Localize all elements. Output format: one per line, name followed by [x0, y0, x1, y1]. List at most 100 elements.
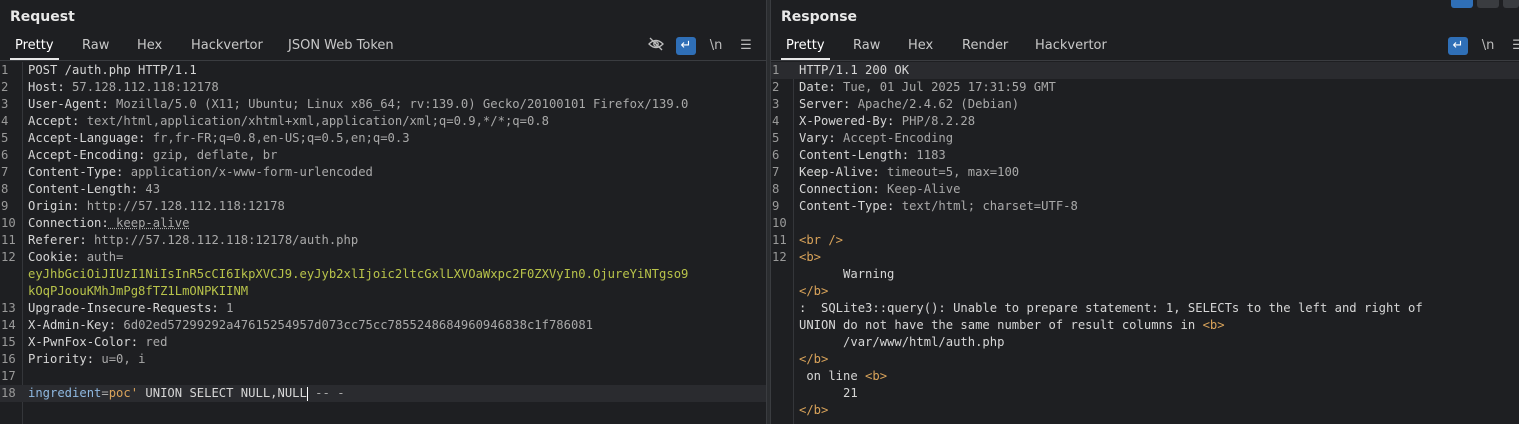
code-line[interactable]: 6 Content-Length: 1183	[771, 147, 1519, 164]
line-number: 12	[772, 250, 787, 264]
menu-icon[interactable]: ☰	[1508, 37, 1519, 55]
code-line[interactable]: 14 X-Admin-Key: 6d02ed57299292a4761525495…	[0, 317, 766, 334]
header-value: Apache/2.4.62 (Debian)	[850, 97, 1020, 111]
wrap-lines-icon[interactable]: ↵	[676, 37, 696, 55]
code-line[interactable]: 9 Origin: http://57.128.112.118:12178	[0, 198, 766, 215]
code-line[interactable]: 1 HTTP/1.1 200 OK	[771, 62, 1519, 79]
code-line[interactable]: 8 Connection: Keep-Alive	[771, 181, 1519, 198]
line-content: Priority: u=0, i	[28, 351, 145, 368]
code-line[interactable]: 11 <br />	[771, 232, 1519, 249]
tab-pretty[interactable]: Pretty	[10, 36, 59, 60]
tab-hex[interactable]: Hex	[132, 36, 167, 58]
code-line[interactable]: 10	[771, 215, 1519, 232]
line-number: 6	[1, 148, 9, 162]
newline-toggle-icon[interactable]: \n	[1478, 37, 1498, 55]
code-line[interactable]: 3 User-Agent: Mozilla/5.0 (X11; Ubuntu; L…	[0, 96, 766, 113]
line-number: 13	[1, 301, 16, 315]
code-line[interactable]: 5 Accept-Language: fr,fr-FR;q=0.8,en-US;q…	[0, 130, 766, 147]
line-number: 11	[1, 233, 16, 247]
header-name: Vary:	[799, 131, 836, 145]
tab-hex[interactable]: Hex	[903, 36, 938, 58]
code-line[interactable]: 18 ingredient=poc' UNION SELECT NULL,NULL…	[0, 385, 766, 402]
header-name: /var/www/html/auth.php	[799, 335, 1005, 349]
wrap-lines-icon[interactable]: ↵	[1448, 37, 1468, 55]
code-line[interactable]: </b>	[771, 402, 1519, 419]
header-value: keep-alive	[108, 216, 190, 230]
line-content: POST /auth.php HTTP/1.1	[28, 62, 197, 79]
code-line[interactable]: /var/www/html/auth.php	[771, 334, 1519, 351]
code-line[interactable]: 8 Content-Length: 43	[0, 181, 766, 198]
header-value: 6d02ed57299292a47615254957d073cc75cc7855…	[116, 318, 593, 332]
code-line[interactable]: 4 Accept: text/html,application/xhtml+xml…	[0, 113, 766, 130]
code-line[interactable]: kOqPJoouKMhJmPg8fTZ1LmONPKIINM	[0, 283, 766, 300]
code-line[interactable]: 15 X-PwnFox-Color: red	[0, 334, 766, 351]
hide-eye-icon[interactable]	[646, 37, 666, 55]
line-content: <b>	[799, 249, 821, 266]
response-editor[interactable]: 1 HTTP/1.1 200 OK 2 Date: Tue, 01 Jul 2025 …	[771, 62, 1519, 424]
code-line[interactable]: </b>	[771, 351, 1519, 368]
code-line[interactable]: 13 Upgrade-Insecure-Requests: 1	[0, 300, 766, 317]
code-line[interactable]: 1 POST /auth.php HTTP/1.1	[0, 62, 766, 79]
header-value: fr,fr-FR;q=0.8,en-US;q=0.5,en;q=0.3	[145, 131, 410, 145]
code-line[interactable]: 12 Cookie: auth=	[0, 249, 766, 266]
header-name: HTTP/1.1 200 OK	[799, 63, 910, 77]
code-line[interactable]: 5 Vary: Accept-Encoding	[771, 130, 1519, 147]
line-number: 8	[772, 182, 780, 196]
code-line[interactable]: 4 X-Powered-By: PHP/8.2.28	[771, 113, 1519, 130]
code-line[interactable]: : SQLite3::query(): Unable to prepare st…	[771, 300, 1519, 317]
tab-render[interactable]: Render	[957, 36, 1013, 58]
html-tag: <br />	[799, 233, 844, 247]
code-line[interactable]: 12 <b>	[771, 249, 1519, 266]
menu-icon[interactable]: ☰	[736, 37, 756, 55]
response-title: Response	[781, 9, 858, 25]
code-line[interactable]: 11 Referer: http://57.128.112.118:12178/a…	[0, 232, 766, 249]
line-content: Connection: Keep-Alive	[799, 181, 960, 198]
code-line[interactable]: 9 Content-Type: text/html; charset=UTF-8	[771, 198, 1519, 215]
layout-rows-icon[interactable]	[1477, 0, 1499, 8]
header-name: X-PwnFox-Color:	[28, 335, 139, 349]
tab-json-web-token[interactable]: JSON Web Token	[283, 36, 399, 58]
code-line[interactable]: 2 Host: 57.128.112.118:12178	[0, 79, 766, 96]
code-line[interactable]: UNION do not have the same number of res…	[771, 317, 1519, 334]
code-line[interactable]: </b>	[771, 283, 1519, 300]
param-tail: -- -	[307, 386, 345, 400]
tab-raw[interactable]: Raw	[848, 36, 885, 58]
header-name: Host:	[28, 80, 65, 94]
line-content: /var/www/html/auth.php	[799, 334, 1004, 351]
line-content: Host: 57.128.112.118:12178	[28, 79, 219, 96]
line-content: Referer: http://57.128.112.118:12178/aut…	[28, 232, 358, 249]
header-value: auth=	[79, 250, 124, 264]
code-line[interactable]: 2 Date: Tue, 01 Jul 2025 17:31:59 GMT	[771, 79, 1519, 96]
tab-raw[interactable]: Raw	[77, 36, 114, 58]
code-line[interactable]: on line <b>	[771, 368, 1519, 385]
code-line[interactable]: 3 Server: Apache/2.4.62 (Debian)	[771, 96, 1519, 113]
header-name: User-Agent:	[28, 97, 109, 111]
code-line[interactable]: 21	[771, 385, 1519, 402]
code-line[interactable]: 7 Keep-Alive: timeout=5, max=100	[771, 164, 1519, 181]
code-line[interactable]: 16 Priority: u=0, i	[0, 351, 766, 368]
code-line[interactable]: 10 Connection: keep-alive	[0, 215, 766, 232]
line-content: X-Admin-Key: 6d02ed57299292a47615254957d…	[28, 317, 593, 334]
code-line[interactable]: 7 Content-Type: application/x-www-form-ur…	[0, 164, 766, 181]
tab-hackvertor[interactable]: Hackvertor	[186, 36, 268, 58]
line-number: 3	[1, 97, 9, 111]
header-name: Accept-Language:	[28, 131, 146, 145]
header-value: 1183	[909, 148, 946, 162]
newline-toggle-icon[interactable]: \n	[706, 37, 726, 55]
code-line[interactable]: Warning	[771, 266, 1519, 283]
code-line[interactable]: eyJhbGciOiJIUzI1NiIsInR5cCI6IkpXVCJ9.eyJ…	[0, 266, 766, 283]
line-number: 10	[1, 216, 16, 230]
layout-tabs-icon[interactable]	[1503, 0, 1519, 8]
line-content: </b>	[799, 351, 828, 368]
tab-hackvertor[interactable]: Hackvertor	[1030, 36, 1112, 58]
layout-columns-icon[interactable]	[1451, 0, 1473, 8]
html-tag: </b>	[799, 403, 829, 417]
line-number: 1	[1, 63, 9, 77]
header-value: gzip, deflate, br	[145, 148, 278, 162]
tab-pretty[interactable]: Pretty	[781, 36, 830, 60]
line-number: 17	[1, 369, 16, 383]
header-value: Keep-Alive	[879, 182, 961, 196]
code-line[interactable]: 6 Accept-Encoding: gzip, deflate, br	[0, 147, 766, 164]
request-editor[interactable]: 1 POST /auth.php HTTP/1.1 2 Host: 57.128.11…	[0, 62, 766, 424]
code-line[interactable]: 17	[0, 368, 766, 385]
